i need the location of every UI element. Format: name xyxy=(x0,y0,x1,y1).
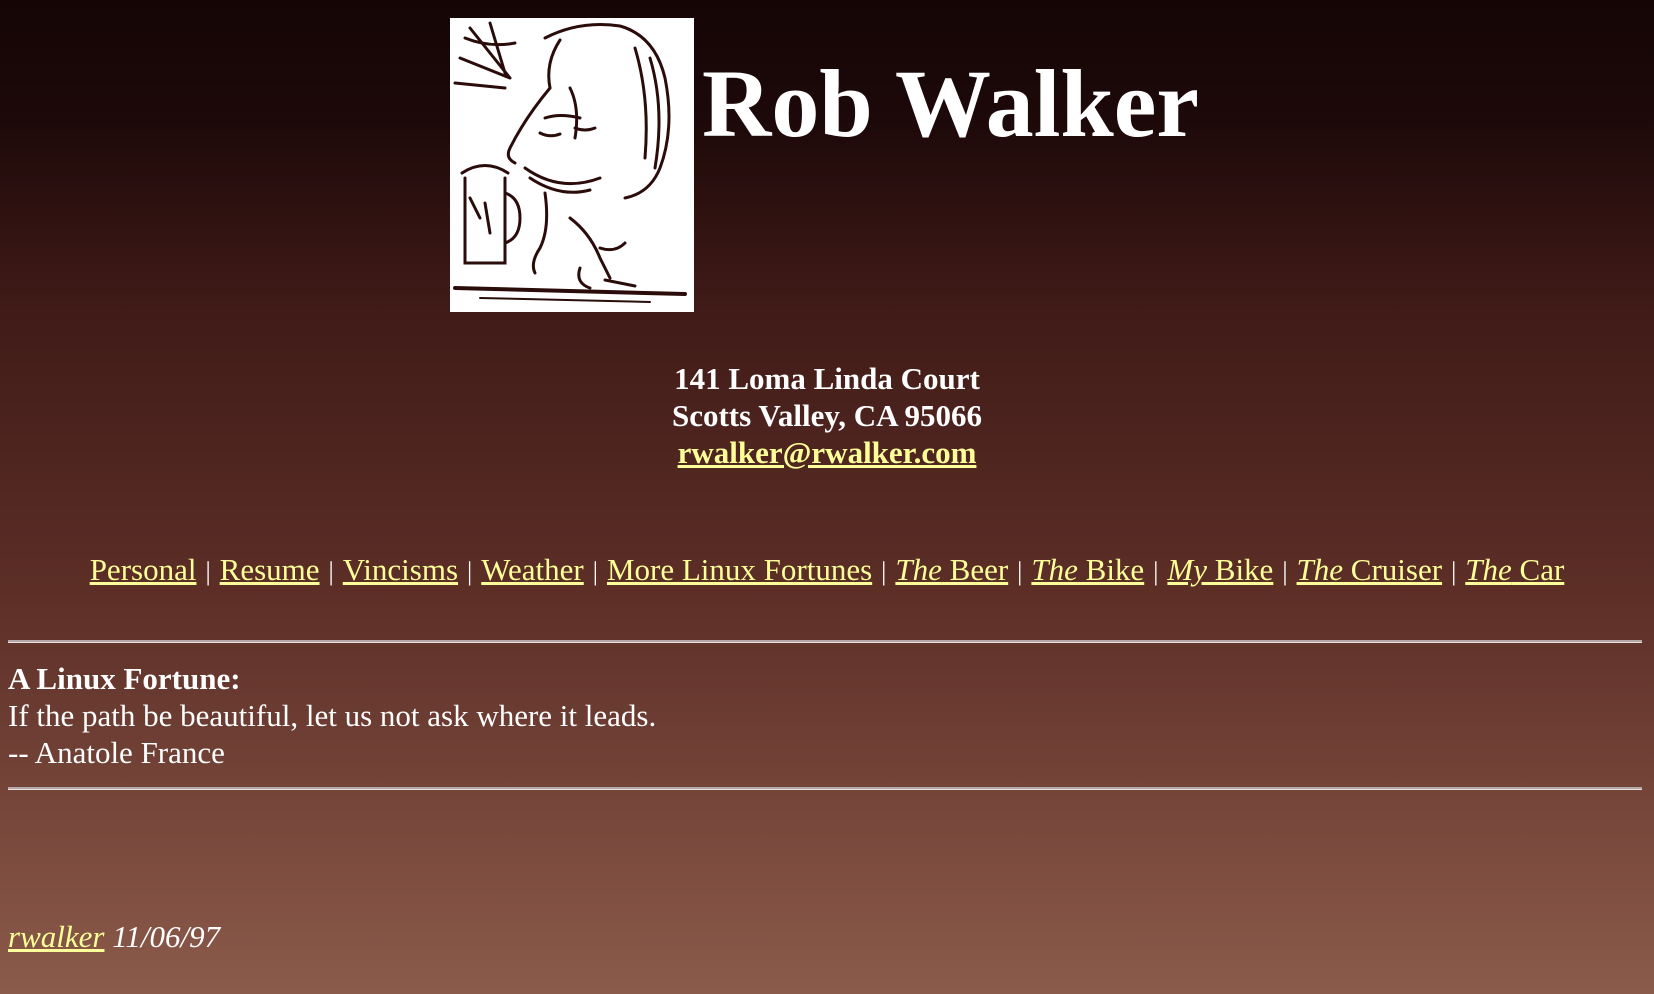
fortune-label: A Linux Fortune: xyxy=(8,661,241,696)
nav-separator: | xyxy=(1451,557,1457,586)
nav-link-resume[interactable]: Resume xyxy=(220,552,320,587)
nav-link-more-linux-fortunes[interactable]: More Linux Fortunes xyxy=(607,552,872,587)
fortune-attribution: -- Anatole France xyxy=(8,735,225,770)
nav-link-label: Car xyxy=(1511,552,1565,587)
city-state-zip: Scotts Valley, CA 95066 xyxy=(671,398,983,433)
nav-links: Personal | Resume | Vincisms | Weather | More Li… xyxy=(0,550,1654,592)
nav-link-label: Beer xyxy=(941,552,1009,587)
author-link[interactable]: rwalker xyxy=(8,919,104,954)
nav-separator: | xyxy=(328,557,334,586)
street-address: 141 Loma Linda Court xyxy=(674,361,980,396)
nav-link-prefix: My xyxy=(1167,552,1208,587)
fortune-section: A Linux Fortune: If the path be beautifu… xyxy=(8,660,656,771)
nav-link-label: Bike xyxy=(1207,552,1274,587)
nav-separator: | xyxy=(1153,557,1159,586)
nav-link-label: Resume xyxy=(219,552,320,587)
nav-link-personal[interactable]: Personal xyxy=(90,552,197,587)
nav-link-label: More Linux Fortunes xyxy=(606,552,873,587)
nav-separator: | xyxy=(467,557,473,586)
nav-link-vincisms[interactable]: Vincisms xyxy=(343,552,458,587)
nav-link-my-bike[interactable]: My Bike xyxy=(1167,552,1273,587)
nav-link-prefix: The xyxy=(895,552,942,587)
nav-link-weather[interactable]: Weather xyxy=(481,552,584,587)
nav-link-label: Weather xyxy=(481,552,584,587)
last-updated-date: 11/06/97 xyxy=(112,919,221,954)
email-link[interactable]: rwalker@rwalker.com xyxy=(678,435,977,470)
contact-address: 141 Loma Linda Court Scotts Valley, CA 9… xyxy=(0,360,1654,471)
nav-link-the-cruiser[interactable]: The Cruiser xyxy=(1297,552,1443,587)
page-title: Rob Walker xyxy=(702,50,1199,157)
caricature-portrait-icon xyxy=(450,18,694,312)
nav-link-the-beer[interactable]: The Beer xyxy=(895,552,1008,587)
nav-separator: | xyxy=(592,557,598,586)
horizontal-divider xyxy=(8,640,1642,643)
nav-link-the-car[interactable]: The Car xyxy=(1465,552,1564,587)
nav-link-label: Vincisms xyxy=(342,552,459,587)
nav-link-prefix: The xyxy=(1296,552,1344,587)
nav-link-label: Cruiser xyxy=(1343,552,1443,587)
nav-link-prefix: The xyxy=(1465,552,1512,587)
page-header: Rob Walker xyxy=(450,18,1199,312)
nav-separator: | xyxy=(1017,557,1023,586)
nav-separator: | xyxy=(881,557,887,586)
nav-link-prefix: The xyxy=(1031,552,1078,587)
nav-separator: | xyxy=(1282,557,1288,586)
page-footer: rwalker 11/06/97 xyxy=(8,918,220,955)
nav-link-label: Bike xyxy=(1077,552,1145,587)
fortune-quote: If the path be beautiful, let us not ask… xyxy=(8,698,657,733)
horizontal-divider xyxy=(8,787,1642,790)
nav-link-label: Personal xyxy=(89,552,197,587)
nav-link-the-bike[interactable]: The Bike xyxy=(1031,552,1144,587)
nav-separator: | xyxy=(205,557,211,586)
